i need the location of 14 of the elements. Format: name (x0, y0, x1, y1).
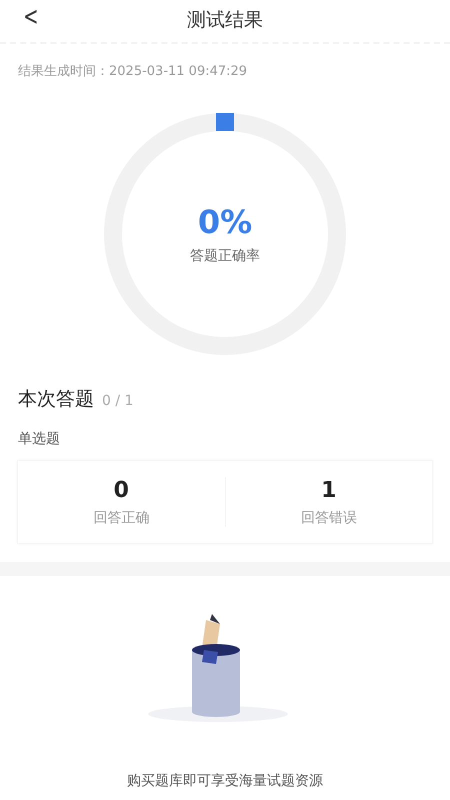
stat-value: 1 (321, 478, 336, 502)
page-title: 测试结果 (187, 8, 263, 33)
back-button[interactable]: < (23, 2, 39, 32)
stat-value: 0 (114, 478, 129, 502)
stat-label: 回答正确 (93, 508, 150, 526)
progress-marker (216, 113, 234, 131)
stat-label: 回答错误 (300, 508, 357, 526)
accuracy-label: 答题正确率 (190, 247, 260, 265)
promo-text: 购买题库即可享受海量试题资源 (126, 772, 324, 790)
section-title: 单选题 (17, 430, 61, 448)
accuracy-value: 0% (198, 203, 252, 241)
answer-count: 0 / 1 (102, 393, 134, 409)
summary-title: 本次答题 (18, 387, 94, 412)
generated-time: 结果生成时间：2025-03-11 09:47:29 (17, 63, 248, 80)
